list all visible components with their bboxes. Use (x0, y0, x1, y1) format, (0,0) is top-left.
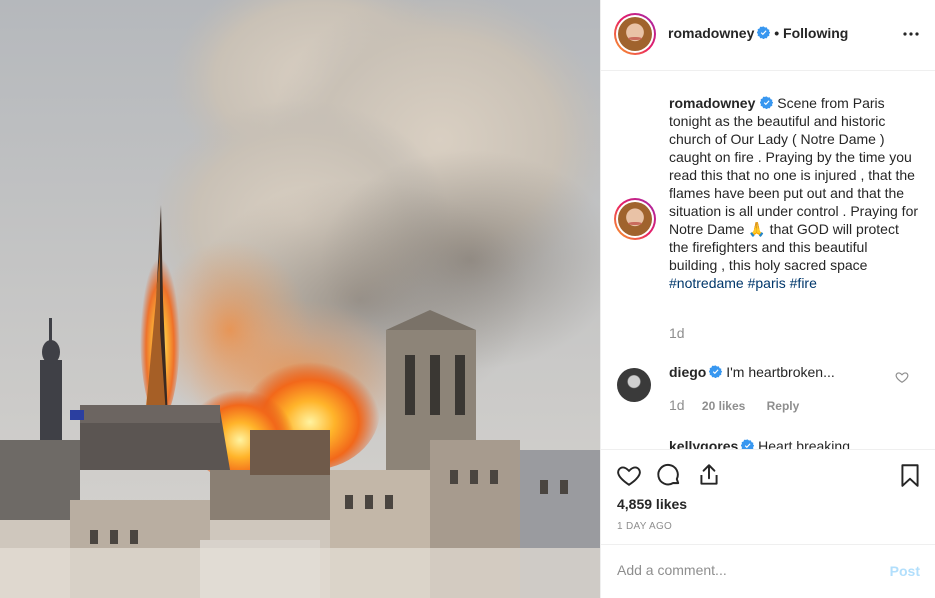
comment: diego I'm heartbroken... (669, 363, 835, 381)
bookmark-icon[interactable] (897, 462, 923, 488)
comment-text: I'm heartbroken... (726, 364, 835, 380)
likes-count[interactable]: 4,859 likes (617, 496, 687, 512)
comment-username[interactable]: diego (669, 364, 706, 380)
add-comment-bar: Post (601, 544, 935, 598)
post-side-panel: romadowney • Following romadowney Scene … (600, 0, 935, 598)
avatar-photo (618, 17, 652, 51)
like-comment-heart-icon[interactable] (895, 370, 909, 384)
share-icon[interactable] (696, 462, 722, 488)
comment-likes[interactable]: 20 likes (702, 399, 745, 413)
comment-text: Heart breaking (758, 438, 850, 449)
caption-username[interactable]: romadowney (669, 95, 755, 111)
post-actions: 4,859 likes 1 DAY AGO (601, 449, 935, 544)
following-button[interactable]: • Following (774, 25, 848, 41)
caption-text: Scene from Paris tonight as the beautifu… (669, 95, 919, 273)
post-photo[interactable] (0, 0, 600, 598)
comment-username[interactable]: kellygores (669, 438, 738, 449)
author-username[interactable]: romadowney (668, 25, 754, 41)
author-avatar[interactable] (614, 13, 656, 55)
comment-bubble-icon[interactable] (656, 462, 682, 488)
commenter-avatar[interactable] (617, 368, 651, 402)
more-options-icon[interactable] (902, 24, 920, 44)
comment-meta: 1d 20 likes Reply (669, 397, 799, 413)
caption-timestamp[interactable]: 1d (669, 325, 685, 341)
hashtag-link[interactable]: #fire (790, 275, 817, 291)
like-heart-icon[interactable] (616, 462, 642, 488)
notre-dame-fire-photo (0, 0, 600, 598)
comment: kellygores Heart breaking (669, 437, 850, 449)
instagram-post: romadowney • Following romadowney Scene … (0, 0, 935, 598)
hashtag-link[interactable]: #paris (748, 275, 786, 291)
avatar-photo (618, 202, 652, 236)
verified-badge-icon (760, 96, 774, 109)
add-comment-input[interactable] (617, 562, 877, 578)
caption-author-avatar[interactable] (614, 198, 656, 240)
post-header: romadowney • Following (601, 0, 935, 71)
verified-badge-icon (757, 26, 771, 39)
verified-badge-icon (709, 365, 723, 378)
hashtag-link[interactable]: #notredame (669, 275, 744, 291)
post-comment-button[interactable]: Post (890, 563, 920, 579)
reply-button[interactable]: Reply (767, 399, 800, 413)
post-timestamp[interactable]: 1 DAY AGO (617, 521, 672, 532)
comment-timestamp[interactable]: 1d (669, 397, 685, 413)
verified-badge-icon (741, 439, 755, 449)
post-caption: romadowney Scene from Paris tonight as t… (669, 94, 919, 292)
